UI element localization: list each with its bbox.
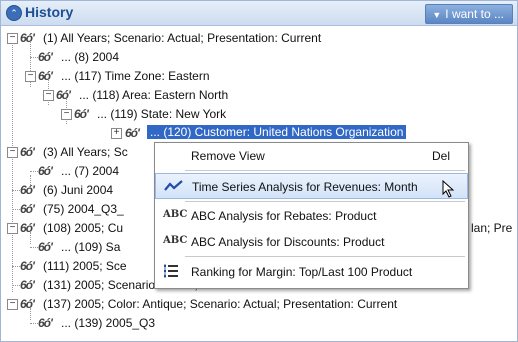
tree-node-label: (108) 2005; Cu — [43, 221, 124, 235]
tree-guide — [30, 57, 38, 58]
view-glasses-icon: 6ó' — [20, 183, 35, 197]
menu-separator — [185, 170, 465, 171]
tree-guide — [12, 209, 20, 210]
view-glasses-icon: 6ó' — [38, 316, 53, 330]
view-glasses-icon: 6ó' — [38, 240, 53, 254]
tree-node-label: (137) 2005; Color: Antique; Scenario: Ac… — [43, 297, 398, 311]
tree-guide — [12, 266, 20, 267]
view-glasses-icon: 6ó' — [38, 50, 53, 64]
tree-node-label: ... (120) Customer: United Nations Organ… — [147, 125, 407, 139]
tree-node-label: ... (118) Area: Eastern North — [79, 88, 229, 102]
tree-node-label: ... (7) 2004 — [61, 164, 120, 178]
collapse-toggle-icon[interactable]: − — [43, 90, 54, 101]
view-glasses-icon: 6ó' — [125, 126, 140, 140]
abc-icon: ABC — [163, 209, 188, 220]
tree-guide — [12, 285, 20, 286]
tree-guide — [30, 323, 38, 324]
tree-node-overflow-text: lan; Pre — [471, 221, 513, 235]
menu-separator — [185, 256, 465, 257]
menu-item-abc-discounts[interactable]: ABC ABC Analysis for Discounts: Product — [155, 229, 468, 255]
collapse-icon[interactable]: ⌃ — [6, 5, 22, 21]
collapse-toggle-icon[interactable]: − — [25, 71, 36, 82]
chevron-down-icon: ▼ — [432, 10, 442, 20]
tree-node-label: ... (139) 2005_Q3 — [61, 316, 156, 330]
view-glasses-icon: 6ó' — [20, 202, 35, 216]
tree-node-label: (6) Juni 2004 — [43, 183, 114, 197]
tree-guide — [30, 247, 38, 248]
view-glasses-icon: 6ó' — [20, 278, 35, 292]
tree-guide — [30, 171, 38, 172]
menu-item-time-series-analysis[interactable]: Time Series Analysis for Revenues: Month — [155, 173, 468, 199]
i-want-to-menu-button[interactable]: ▼ I want to ... — [425, 4, 513, 24]
tree-guide — [12, 42, 13, 292]
tree-node-label: ... (8) 2004 — [61, 50, 120, 64]
menu-button-label: I want to ... — [445, 7, 504, 21]
view-glasses-icon: 6ó' — [38, 164, 53, 178]
tree-node-label: ... (117) Time Zone: Eastern — [61, 69, 210, 83]
tree-node-label: (111) 2005; Sce — [43, 259, 127, 273]
tree-node-label: (1) All Years; Scenario: Actual; Present… — [43, 31, 322, 45]
menu-separator — [185, 201, 465, 202]
expand-toggle-icon[interactable]: + — [111, 128, 122, 139]
view-glasses-icon: 6ó' — [20, 297, 35, 311]
view-glasses-icon: 6ó' — [56, 88, 71, 102]
menu-item-remove-view[interactable]: Remove View Del — [155, 143, 468, 169]
panel-header: ⌃ History ▼ I want to ... — [1, 1, 517, 26]
tree-guide — [12, 190, 20, 191]
collapse-toggle-icon[interactable]: − — [7, 147, 18, 158]
menu-item-label: ABC Analysis for Rebates: Product — [191, 209, 377, 223]
view-glasses-icon: 6ó' — [74, 107, 89, 121]
menu-item-label: Time Series Analysis for Revenues: Month — [192, 180, 418, 194]
menu-item-label: Ranking for Margin: Top/Last 100 Product — [191, 265, 413, 279]
tree-node-label: ... (119) State: New York — [97, 107, 227, 121]
view-glasses-icon: 6ó' — [20, 259, 35, 273]
mouse-pointer-icon — [442, 179, 456, 203]
view-glasses-icon: 6ó' — [20, 221, 35, 235]
view-glasses-icon: 6ó' — [20, 145, 35, 159]
abc-icon: ABC — [163, 235, 188, 246]
history-panel: ⌃ History ▼ I want to ... − 6ó' (1) All Y… — [0, 0, 518, 342]
menu-item-abc-rebates[interactable]: ABC ABC Analysis for Rebates: Product — [155, 203, 468, 229]
ranking-icon — [163, 263, 179, 282]
collapse-toggle-icon[interactable]: − — [61, 109, 72, 120]
collapse-toggle-icon[interactable]: − — [7, 299, 18, 310]
context-menu: Remove View Del Time Series Analysis for… — [154, 142, 469, 289]
view-glasses-icon: 6ó' — [20, 31, 35, 45]
tree-node-label: (3) All Years; Sc — [43, 145, 128, 159]
collapse-toggle-icon[interactable]: − — [7, 33, 18, 44]
menu-item-label: Remove View — [191, 149, 265, 163]
tree-node-label: ... (109) Sa — [61, 240, 121, 254]
line-chart-icon — [164, 179, 184, 196]
collapse-toggle-icon[interactable]: − — [7, 223, 18, 234]
view-glasses-icon: 6ó' — [38, 69, 53, 83]
menu-item-shortcut: Del — [431, 149, 450, 163]
menu-item-ranking-margin[interactable]: Ranking for Margin: Top/Last 100 Product — [155, 259, 468, 285]
panel-title: History — [25, 4, 74, 20]
tree-node-label: (75) 2004_Q3_ — [43, 202, 124, 216]
menu-item-label: ABC Analysis for Discounts: Product — [191, 235, 385, 249]
